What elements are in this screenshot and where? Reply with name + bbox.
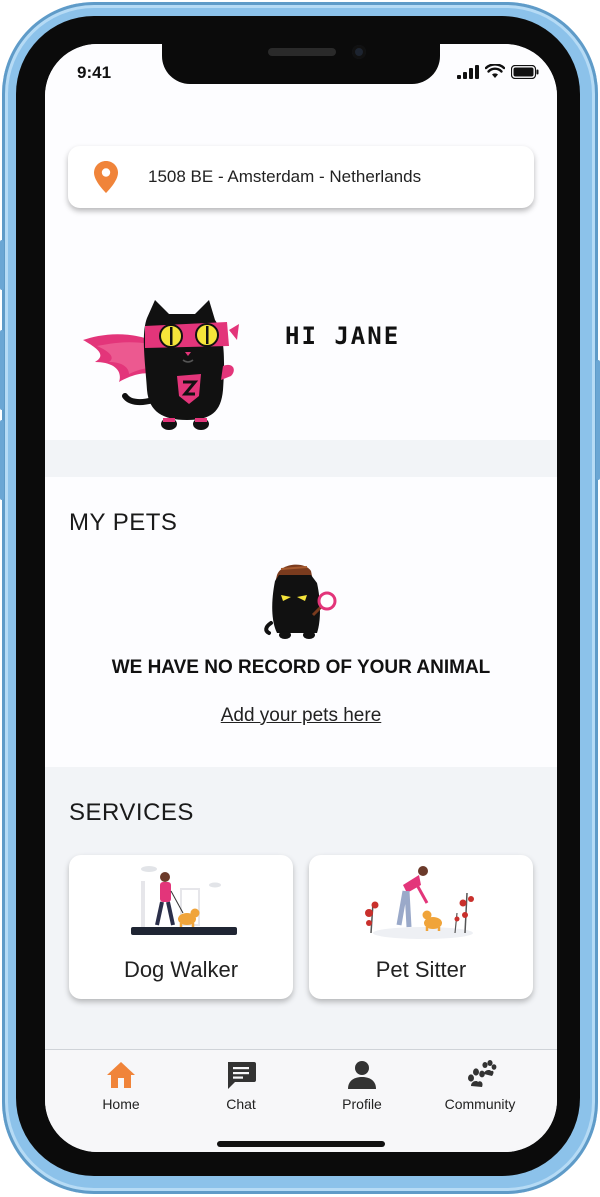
pet-sitter-illustration: [365, 866, 474, 939]
detective-cat-illustration: [264, 564, 337, 639]
header-section: 1508 BE - Amsterdam - Netherlands HI JAN…: [45, 100, 557, 440]
signal-icon: [457, 64, 479, 79]
chat-icon: [228, 1062, 256, 1089]
nav-item-community[interactable]: Community: [425, 1060, 535, 1112]
nav-label-profile: Profile: [342, 1096, 382, 1112]
my-pets-title: MY PETS: [69, 509, 178, 536]
home-indicator[interactable]: [217, 1141, 385, 1147]
status-icons: [457, 64, 539, 79]
earpiece-speaker: [268, 48, 336, 56]
nav-label-community: Community: [444, 1096, 516, 1112]
greeting-text: HI JANE: [285, 322, 401, 350]
profile-icon: [348, 1061, 376, 1089]
front-camera: [352, 45, 366, 59]
nav-item-profile[interactable]: Profile: [307, 1060, 417, 1112]
bottom-navigation: Home Chat Profile Community: [45, 1049, 557, 1152]
volume-up-button: [0, 330, 4, 410]
nav-item-home[interactable]: Home: [66, 1060, 176, 1112]
service-label-dog-walker: Dog Walker: [123, 957, 239, 982]
services-section: SERVICES Dog Walker Pet Sitter: [45, 767, 557, 1049]
paw-icon: [468, 1060, 497, 1087]
mute-switch: [0, 240, 4, 290]
add-pets-link[interactable]: Add your pets here: [45, 705, 557, 727]
battery-icon: [511, 64, 539, 79]
service-card-pet-sitter[interactable]: Pet Sitter: [309, 855, 533, 999]
dog-walker-illustration: [131, 866, 237, 935]
status-time: 9:41: [77, 63, 112, 82]
power-button: [596, 360, 600, 480]
volume-down-button: [0, 420, 4, 500]
nav-label-chat: Chat: [226, 1096, 256, 1112]
location-text: 1508 BE - Amsterdam - Netherlands: [148, 167, 422, 186]
services-title: SERVICES: [69, 799, 194, 826]
superhero-cat-illustration: [83, 300, 239, 430]
my-pets-section: MY PETS WE HAVE NO RECORD OF YOUR ANIMAL…: [45, 477, 557, 767]
wifi-icon: [485, 64, 505, 78]
service-label-pet-sitter: Pet Sitter: [375, 957, 467, 982]
location-selector[interactable]: 1508 BE - Amsterdam - Netherlands: [68, 146, 534, 208]
no-pets-message: WE HAVE NO RECORD OF YOUR ANIMAL: [111, 657, 491, 678]
service-card-dog-walker[interactable]: Dog Walker: [69, 855, 293, 999]
nav-label-home: Home: [102, 1096, 140, 1112]
location-pin-icon: [94, 161, 118, 193]
nav-item-chat[interactable]: Chat: [186, 1060, 296, 1112]
app-screen: 9:41 1508 BE - Amsterdam - Netherlands H…: [45, 44, 557, 1152]
home-icon: [107, 1062, 135, 1088]
